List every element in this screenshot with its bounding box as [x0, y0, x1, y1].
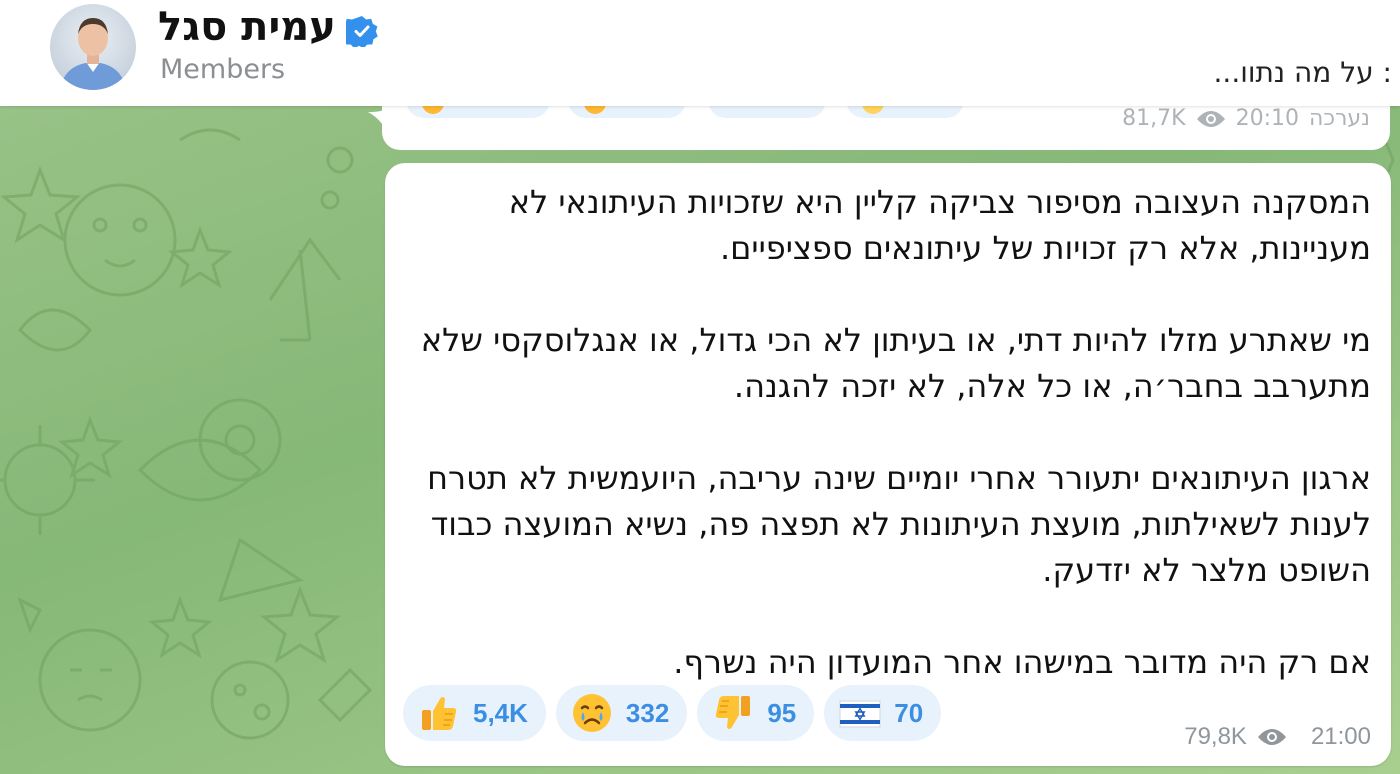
reaction-count: 5,4K: [473, 697, 528, 728]
previous-reaction-crying[interactable]: [568, 104, 686, 118]
message-paragraph: המסקנה העצובה מסיפור צביקה קליין היא שזכ…: [508, 183, 1371, 267]
reaction-israel-flag[interactable]: 70: [824, 685, 942, 741]
views-eye-icon: [1257, 726, 1287, 748]
thumbs-up-icon: [417, 691, 461, 735]
reaction-thumbs-down[interactable]: 95: [697, 685, 815, 741]
previous-views: 81,7K: [1122, 106, 1186, 131]
previous-message-meta: 81,7K 20:10 נערכה: [1122, 106, 1370, 131]
thumbs-down-icon: [711, 691, 755, 735]
message-text: המסקנה העצובה מסיפור צביקה קליין היא שזכ…: [415, 179, 1371, 685]
previous-reaction-flag[interactable]: [846, 104, 964, 118]
message-paragraph: ארגון העיתונאים יתעורר אחרי יומיים שינה …: [427, 459, 1371, 589]
reactions-bar: 5,4K 332 95 70: [403, 685, 942, 741]
views-eye-icon: [1196, 108, 1226, 130]
chat-header: עמית סגל Members : על מה נתוו...: [0, 0, 1400, 106]
crying-face-icon: [570, 691, 614, 735]
reaction-count: 95: [767, 697, 797, 728]
previous-reaction-thumbs-up[interactable]: [406, 104, 550, 118]
verified-badge-icon: [340, 11, 378, 49]
reaction-crying[interactable]: 332: [555, 685, 688, 741]
channel-name: עמית סגל: [158, 4, 336, 50]
previous-time: 20:10: [1235, 106, 1299, 131]
previous-message-bubble[interactable]: 81,7K 20:10 נערכה: [382, 104, 1390, 150]
views-count: 79,8K: [1184, 723, 1247, 750]
reaction-thumbs-up[interactable]: 5,4K: [403, 685, 546, 741]
message-time: 21:00: [1310, 723, 1371, 750]
message-meta: 79,8K 21:00: [1184, 723, 1371, 751]
channel-title[interactable]: עמית סגל: [158, 2, 378, 52]
israel-flag-icon: [838, 691, 882, 735]
members-subtitle: Members: [160, 54, 286, 85]
message-bubble[interactable]: המסקנה העצובה מסיפור צביקה קליין היא שזכ…: [385, 163, 1391, 766]
previous-edited-label: נערכה: [1308, 106, 1370, 131]
message-paragraph: מי שאתרע מזלו להיות דתי, או בעיתון לא הכ…: [420, 321, 1371, 405]
reaction-count: 70: [894, 697, 924, 728]
message-paragraph: אם רק היה מדובר במישהו אחר המועדון היה נ…: [673, 643, 1371, 681]
channel-avatar[interactable]: [50, 4, 136, 90]
reaction-count: 332: [625, 697, 670, 728]
previous-reaction-thumbs-down[interactable]: [708, 104, 826, 118]
pinned-message-preview[interactable]: : על מה נתוו...: [1214, 56, 1392, 89]
